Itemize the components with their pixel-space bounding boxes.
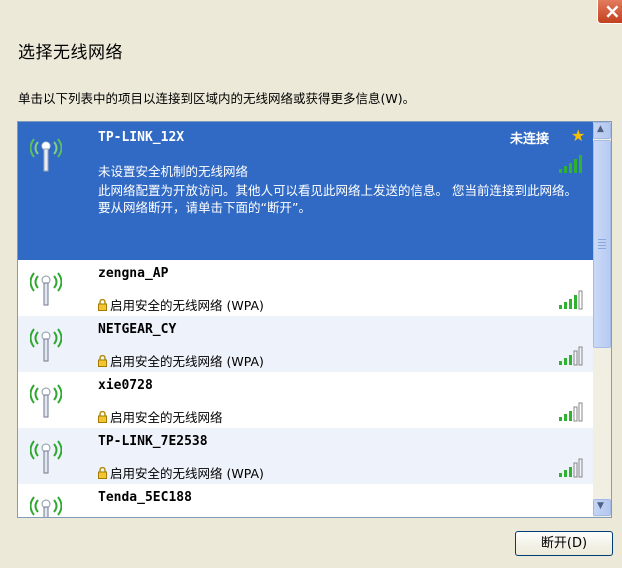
- network-item-xie0728[interactable]: xie0728 启用安全的无线网络: [18, 372, 593, 428]
- instruction-text: 单击以下列表中的项目以连接到区域内的无线网络或获得更多信息(W)。: [18, 91, 416, 106]
- network-name: TP-LINK_7E2538: [98, 434, 208, 449]
- scrollbar-thumb[interactable]: [593, 140, 611, 348]
- connection-status: 未连接: [510, 132, 550, 147]
- network-description: 此网络配置为开放访问。其他人可以看见此网络上发送的信息。 您当前连接到此网络。要…: [98, 183, 577, 215]
- security-text: 启用安全的无线网络 (WPA): [98, 351, 264, 370]
- signal-strength-icon: [559, 402, 583, 422]
- grip-line: [598, 245, 606, 246]
- network-list: TP-LINK_12X 未连接 ★ 未设置安全机制的无线网络 此网络配置为开放访…: [17, 121, 612, 518]
- network-name: xie0728: [98, 378, 153, 393]
- network-item-zengna-ap[interactable]: zengna_AP 启用安全的无线网络 (WPA): [18, 260, 593, 316]
- wireless-antenna-icon: [30, 440, 62, 474]
- security-text: 启用安全的无线网络 (WPA): [98, 295, 264, 314]
- signal-strength-icon: [559, 155, 582, 173]
- signal-strength-icon: [559, 458, 583, 478]
- wireless-antenna-icon: [30, 328, 62, 362]
- chevron-down-icon: ▼: [597, 501, 604, 511]
- close-icon: ×: [604, 0, 621, 23]
- network-item-tenda-5ec188[interactable]: Tenda_5EC188: [18, 484, 593, 517]
- lock-icon: [98, 467, 107, 479]
- preferred-star-icon: ★: [571, 126, 586, 145]
- network-item-netgear-cy[interactable]: NETGEAR_CY 启用安全的无线网络 (WPA): [18, 316, 593, 372]
- vertical-scrollbar[interactable]: ▲ ▼: [593, 122, 611, 517]
- network-item-tp-link-12x[interactable]: TP-LINK_12X 未连接 ★ 未设置安全机制的无线网络 此网络配置为开放访…: [18, 122, 593, 260]
- security-text: 启用安全的无线网络: [98, 407, 223, 426]
- grip-line: [598, 248, 606, 249]
- network-list-content: TP-LINK_12X 未连接 ★ 未设置安全机制的无线网络 此网络配置为开放访…: [18, 122, 593, 517]
- wireless-antenna-icon: [30, 272, 62, 306]
- grip-line: [598, 239, 606, 240]
- page-title: 选择无线网络: [18, 43, 123, 63]
- chevron-up-icon: ▲: [597, 124, 604, 134]
- security-text: 未设置安全机制的无线网络: [98, 164, 249, 179]
- disconnect-button[interactable]: 断开(D): [515, 531, 613, 556]
- wireless-antenna-icon: [30, 384, 62, 418]
- lock-icon: [98, 411, 107, 423]
- close-button[interactable]: ×: [597, 0, 622, 24]
- wireless-antenna-icon: [30, 496, 62, 517]
- network-name: NETGEAR_CY: [98, 322, 177, 337]
- lock-icon: [98, 355, 107, 367]
- wireless-antenna-icon: [30, 138, 62, 172]
- scroll-up-button[interactable]: ▲: [593, 122, 611, 139]
- security-text: 启用安全的无线网络 (WPA): [98, 463, 264, 482]
- scroll-down-button[interactable]: ▼: [593, 499, 611, 516]
- signal-strength-icon: [559, 290, 583, 310]
- signal-strength-icon: [559, 346, 583, 366]
- network-item-tp-link-7e2538[interactable]: TP-LINK_7E2538 启用安全的无线网络 (WPA): [18, 428, 593, 484]
- network-name: Tenda_5EC188: [98, 490, 192, 505]
- grip-line: [598, 242, 606, 243]
- network-name: TP-LINK_12X: [98, 130, 185, 145]
- network-name: zengna_AP: [98, 266, 169, 281]
- lock-icon: [98, 299, 107, 311]
